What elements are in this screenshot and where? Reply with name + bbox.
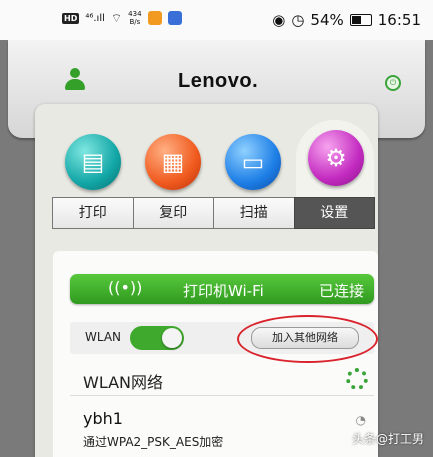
print-icon[interactable]: ▤ [65,134,121,190]
main-panel: ▤ ▦ ▭ ⚙ 打印 复印 扫描 设置 ((•)) 打印机Wi-Fi 已连接 W… [35,104,378,457]
user-icon[interactable] [64,68,86,92]
speed-unit: B/s [129,18,141,26]
tab-scan[interactable]: 扫描 [213,197,295,229]
spinner-icon [346,368,368,390]
join-other-network-button[interactable]: 加入其他网络 [251,327,359,349]
tab-settings[interactable]: 设置 [293,197,375,229]
wifi-status-icon: ⌔ [110,10,123,25]
tab-copy[interactable]: 复印 [132,197,214,229]
cell-signal-icon: ⁴⁶.ıll [85,12,105,24]
network-list-header: WLAN网络 [70,363,374,396]
battery-icon [349,14,372,26]
hd-badge: HD [62,12,80,24]
battery-percent: 54% [310,11,344,29]
wifi-icon: ((•)) [108,278,143,297]
toggle-knob [162,328,182,348]
network-security: 通过WPA2_PSK_AES加密 [83,435,224,449]
brand-logo: Lenovo. [178,70,259,92]
speed-value: 434 [128,10,142,18]
wifi-title: 打印机Wi-Fi [183,282,264,300]
scan-icon[interactable]: ▭ [225,134,281,190]
network-ssid: ybh1 [83,409,123,428]
settings-content: ((•)) 打印机Wi-Fi 已连接 WLAN 加入其他网络 WLAN网络 yb… [53,251,378,457]
tab-print[interactable]: 打印 [52,197,134,229]
wifi-status: 已连接 [318,282,364,300]
settings-gear-icon[interactable]: ⚙ [308,130,364,186]
printer-wifi-bar: ((•)) 打印机Wi-Fi 已连接 [70,274,374,304]
wifi-signal-icon: ◔ [355,413,366,427]
wlan-label: WLAN [85,330,122,344]
clock: 16:51 [377,11,421,29]
alarm-icon: ◷ [291,11,305,29]
tab-bar: 打印 复印 扫描 设置 [52,197,375,229]
copy-icon[interactable]: ▦ [145,134,201,190]
app-notification-icon [147,11,162,25]
status-bar: HD ⁴⁶.ıll ⌔ 434 B/s ◉ ◷ 54% 16:51 [0,0,433,40]
eye-icon: ◉ [272,11,286,29]
power-icon[interactable]: ⏻ [385,75,401,91]
network-speed: 434 B/s [128,10,141,26]
wlan-toggle[interactable] [130,326,184,350]
wlan-row: WLAN 加入其他网络 [70,315,378,363]
network-list-title: WLAN网络 [83,373,164,392]
list-item[interactable]: ybh1 通过WPA2_PSK_AES加密 ◔ [70,403,374,453]
app-notification-icon-2 [167,11,182,25]
watermark: 头条@打工男 [352,432,425,446]
